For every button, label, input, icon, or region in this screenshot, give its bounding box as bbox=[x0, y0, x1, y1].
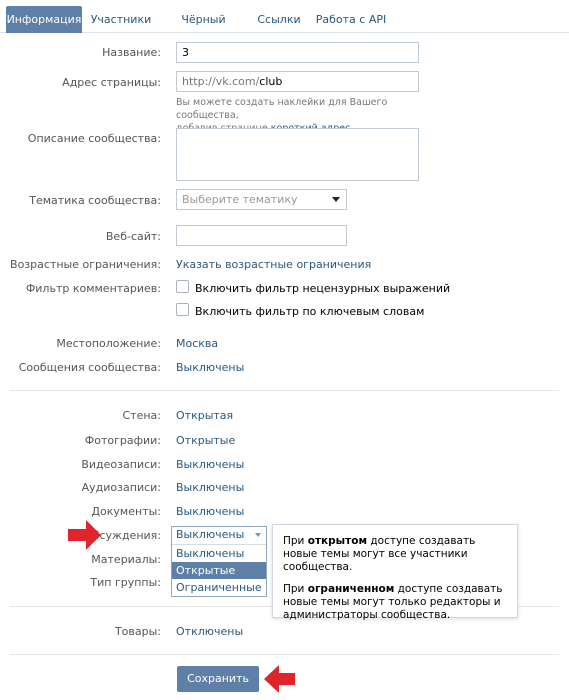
photos-label: Фотографии: bbox=[84, 434, 161, 447]
keyword-filter-label: Включить фильтр по ключевым словам bbox=[195, 305, 425, 318]
arrow-left-icon bbox=[264, 665, 295, 693]
videos-label: Видеозаписи: bbox=[81, 458, 161, 471]
audio-label: Аудиозаписи: bbox=[81, 481, 161, 494]
dropdown-option[interactable]: Открытые bbox=[172, 562, 266, 579]
tab-members[interactable]: Участники bbox=[90, 6, 152, 33]
address-value: club bbox=[259, 75, 283, 88]
tab-api[interactable]: Работа с API bbox=[312, 6, 390, 33]
name-input[interactable]: 3 bbox=[176, 42, 419, 63]
materials-label: Материалы: bbox=[91, 553, 161, 566]
tab-bar: Информация Участники Чёрный список Ссылк… bbox=[0, 0, 569, 53]
website-label: Веб-сайт: bbox=[105, 230, 161, 243]
divider bbox=[10, 390, 559, 391]
tooltip-bold: открытом bbox=[307, 535, 368, 547]
address-input[interactable]: http://vk.com/club bbox=[176, 71, 419, 92]
goods-label: Товары: bbox=[114, 625, 161, 638]
address-hint-line1: Вы можете создать наклейки для Вашего со… bbox=[176, 97, 388, 121]
photos-link[interactable]: Открытые bbox=[176, 434, 235, 447]
discussions-dropdown[interactable]: Выключены Выключены Открытые Ограниченны… bbox=[171, 526, 267, 597]
tab-blacklist[interactable]: Чёрный список bbox=[161, 6, 246, 53]
chevron-down-icon bbox=[255, 533, 261, 537]
dropdown-option[interactable]: Выключены bbox=[172, 545, 266, 562]
location-label: Местоположение: bbox=[56, 337, 161, 350]
tooltip-text: При bbox=[283, 535, 308, 547]
profanity-filter-checkbox[interactable] bbox=[176, 280, 189, 293]
topic-placeholder: Выберите тематику bbox=[182, 193, 298, 206]
arrow-right-icon bbox=[68, 520, 101, 550]
address-label: Адрес страницы: bbox=[62, 76, 161, 89]
topic-label: Тематика сообщества: bbox=[29, 194, 161, 207]
chevron-down-icon bbox=[332, 197, 340, 202]
dropdown-option[interactable]: Ограниченные bbox=[172, 579, 266, 596]
messages-label: Сообщения сообщества: bbox=[18, 361, 161, 374]
age-label: Возрастные ограничения: bbox=[10, 258, 161, 271]
audio-link[interactable]: Выключены bbox=[176, 481, 244, 494]
divider bbox=[10, 654, 559, 655]
description-textarea[interactable] bbox=[176, 128, 419, 181]
wall-link[interactable]: Открытая bbox=[176, 409, 233, 422]
tab-links[interactable]: Ссылки bbox=[254, 6, 304, 33]
keyword-filter-checkbox[interactable] bbox=[176, 303, 189, 316]
website-input[interactable] bbox=[176, 225, 347, 246]
tooltip-text: При bbox=[283, 583, 308, 595]
dropdown-current-value: Выключены bbox=[176, 528, 245, 541]
discussions-tooltip: При открытом доступе создавать новые тем… bbox=[272, 524, 518, 621]
address-prefix: http://vk.com/ bbox=[182, 75, 260, 88]
tooltip-paragraph-open: При открытом доступе создавать новые тем… bbox=[283, 535, 507, 574]
discussions-dropdown-current[interactable]: Выключены bbox=[172, 527, 266, 545]
tooltip-paragraph-limited: При ограниченном доступе создавать новые… bbox=[283, 583, 507, 622]
messages-link[interactable]: Выключены bbox=[176, 361, 244, 374]
docs-link[interactable]: Выключены bbox=[176, 505, 244, 518]
filter-label: Фильтр комментариев: bbox=[25, 282, 161, 295]
videos-link[interactable]: Выключены bbox=[176, 458, 244, 471]
profanity-filter-label: Включить фильтр нецензурных выражений bbox=[195, 282, 451, 295]
location-link[interactable]: Москва bbox=[176, 337, 218, 350]
goods-link[interactable]: Отключены bbox=[176, 625, 243, 638]
group-type-label: Тип группы: bbox=[90, 576, 161, 589]
tooltip-bold: ограниченном bbox=[307, 583, 395, 595]
wall-label: Стена: bbox=[122, 409, 162, 422]
age-restrictions-link[interactable]: Указать возрастные ограничения bbox=[176, 258, 371, 271]
save-button[interactable]: Сохранить bbox=[177, 666, 259, 692]
docs-label: Документы: bbox=[91, 505, 161, 518]
description-label: Описание сообщества: bbox=[27, 132, 161, 145]
tab-info[interactable]: Информация bbox=[6, 6, 82, 33]
topic-select[interactable]: Выберите тематику bbox=[176, 189, 347, 210]
name-label: Название: bbox=[102, 46, 161, 59]
